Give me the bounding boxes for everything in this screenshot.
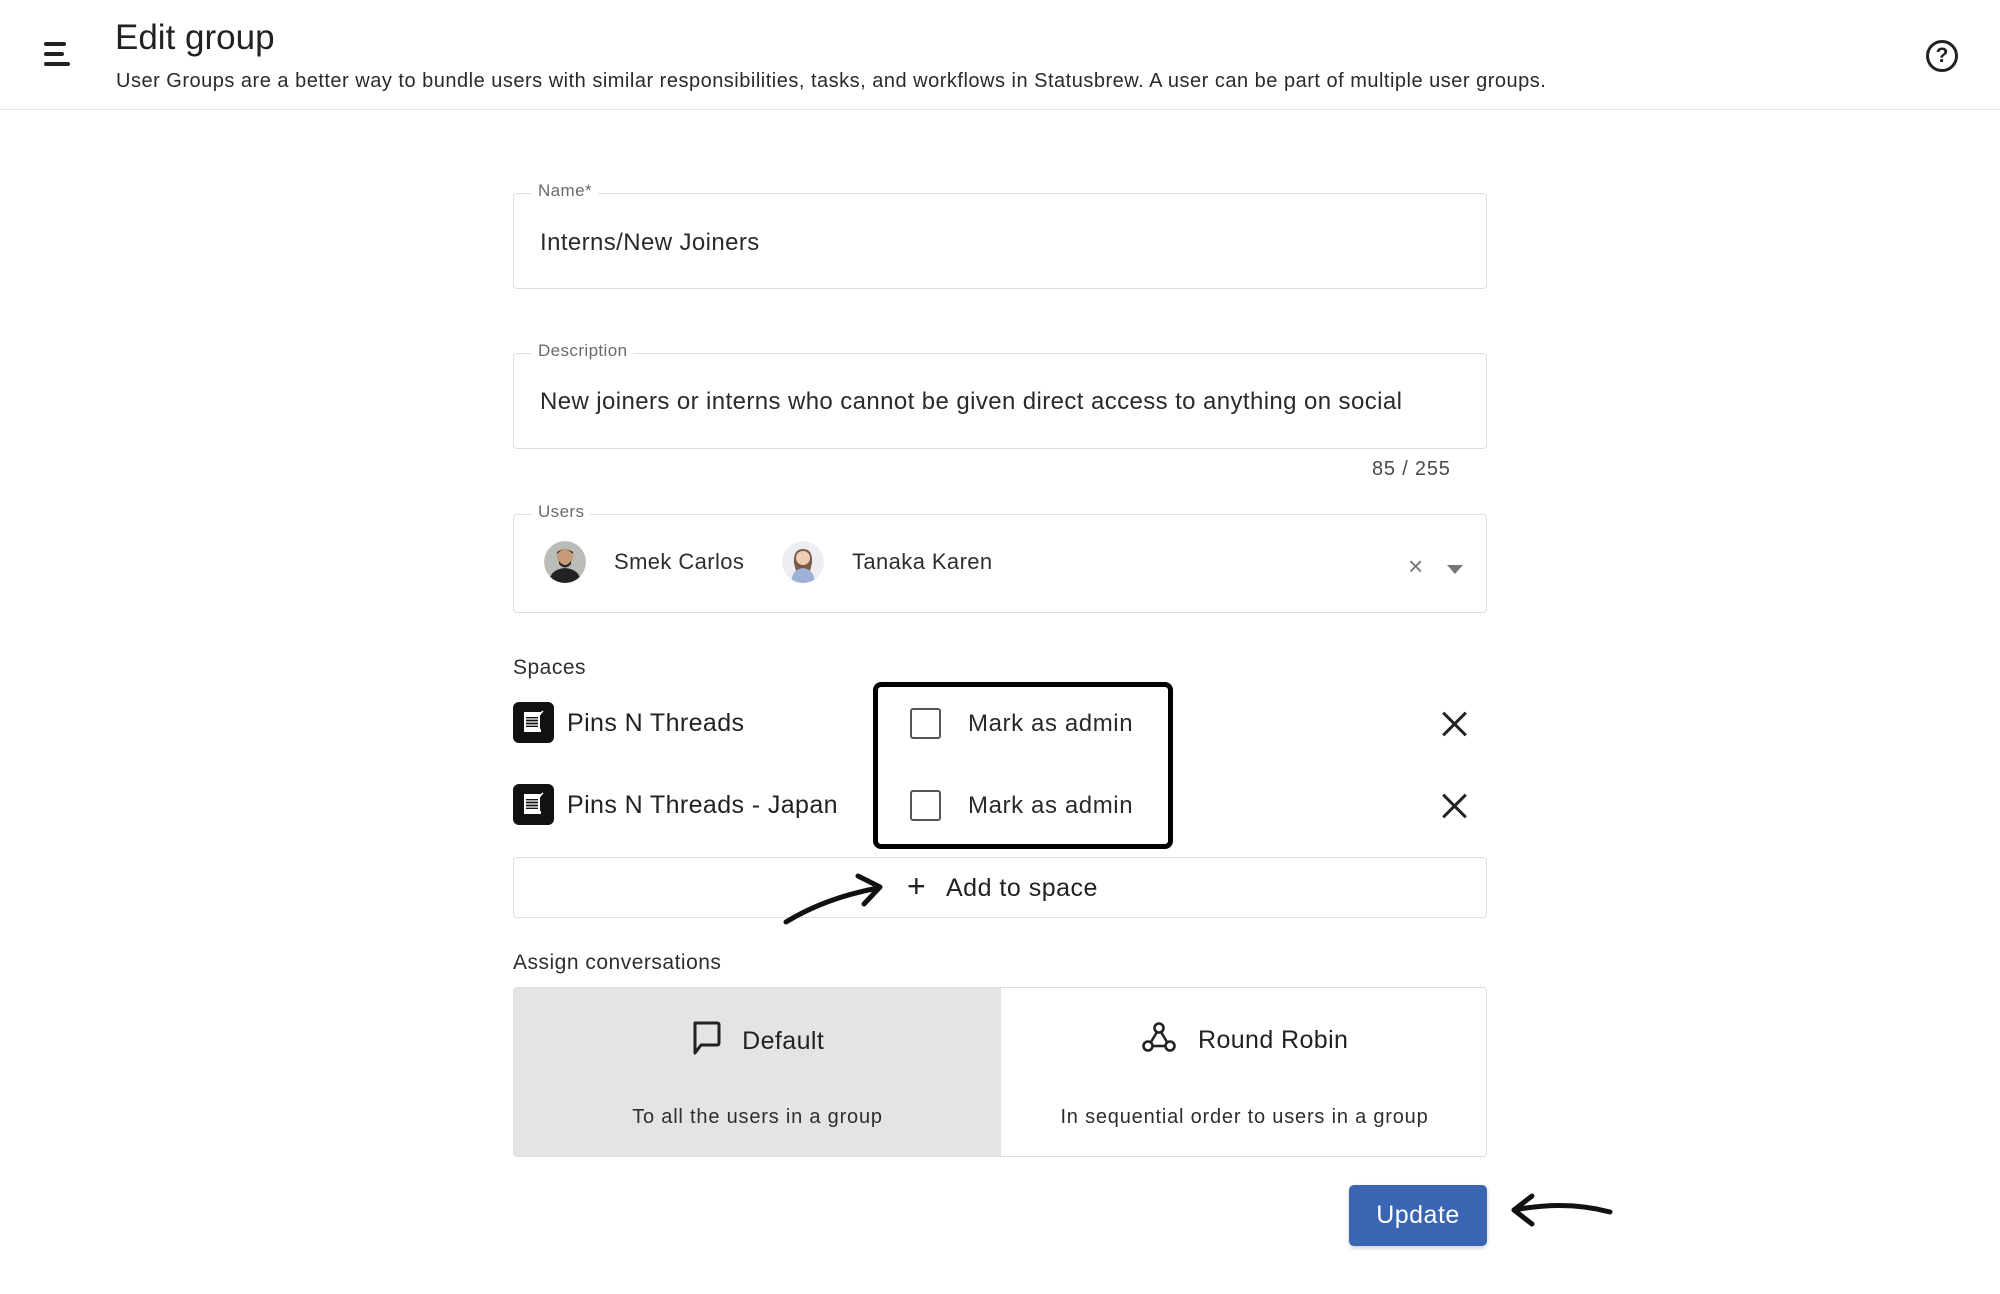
- assign-conversations-label: Assign conversations: [513, 951, 722, 974]
- annotation-arrow-icon: [1511, 1193, 1613, 1227]
- name-field-label: Name*: [532, 181, 598, 201]
- avatar: [544, 541, 586, 583]
- assign-option-round-robin[interactable]: Round Robin In sequential order to users…: [1001, 988, 1486, 1156]
- remove-space-icon[interactable]: [1441, 792, 1469, 820]
- page-header: Edit group User Groups are a better way …: [0, 0, 2000, 110]
- annotation-arrow-icon: [783, 873, 883, 925]
- name-input-value[interactable]: Interns/New Joiners: [540, 229, 760, 257]
- admin-highlight-box: [873, 682, 1173, 849]
- description-field[interactable]: Description New joiners or interns who c…: [513, 341, 1487, 449]
- description-char-count: 85 / 255: [1372, 458, 1451, 480]
- space-logo-icon: [513, 784, 554, 825]
- webhook-icon: [1141, 1020, 1177, 1061]
- assign-option-description: In sequential order to users in a group: [1060, 1106, 1429, 1128]
- hamburger-menu-icon[interactable]: [40, 38, 76, 72]
- assign-option-description: To all the users in a group: [632, 1106, 883, 1128]
- add-to-space-label: Add to space: [946, 874, 1098, 902]
- user-chip[interactable]: Tanaka Karen: [782, 539, 993, 585]
- assign-conversations-options: Default To all the users in a group Roun…: [513, 987, 1487, 1157]
- user-chip[interactable]: Smek Carlos: [544, 539, 744, 585]
- assign-option-title: Default: [742, 1027, 825, 1055]
- space-name: Pins N Threads: [567, 709, 745, 737]
- update-button[interactable]: Update: [1349, 1185, 1487, 1246]
- description-field-label: Description: [532, 341, 634, 361]
- user-chip-label: Tanaka Karen: [852, 549, 993, 574]
- name-field[interactable]: Name* Interns/New Joiners: [513, 181, 1487, 289]
- question-circle-icon[interactable]: ?: [1926, 40, 1958, 72]
- description-input-value[interactable]: New joiners or interns who cannot be giv…: [540, 388, 1402, 416]
- space-name: Pins N Threads - Japan: [567, 791, 838, 819]
- user-chip-label: Smek Carlos: [614, 549, 745, 574]
- page-title: Edit group: [115, 18, 275, 57]
- page-subtitle: User Groups are a better way to bundle u…: [116, 70, 1547, 92]
- users-select[interactable]: Users Smek Carlos Tanaka Karen ×: [513, 502, 1487, 613]
- assign-option-default[interactable]: Default To all the users in a group: [514, 988, 1001, 1156]
- avatar: [782, 541, 824, 583]
- remove-space-icon[interactable]: [1441, 710, 1469, 738]
- chevron-down-icon[interactable]: [1447, 565, 1463, 574]
- add-to-space-button[interactable]: + Add to space: [513, 857, 1487, 918]
- spaces-section-label: Spaces: [513, 656, 587, 679]
- plus-icon: +: [907, 868, 926, 904]
- chat-bubble-icon: [691, 1020, 721, 1063]
- assign-option-title: Round Robin: [1198, 1026, 1349, 1054]
- users-field-label: Users: [532, 502, 591, 522]
- clear-icon[interactable]: ×: [1408, 553, 1423, 579]
- space-logo-icon: [513, 702, 554, 743]
